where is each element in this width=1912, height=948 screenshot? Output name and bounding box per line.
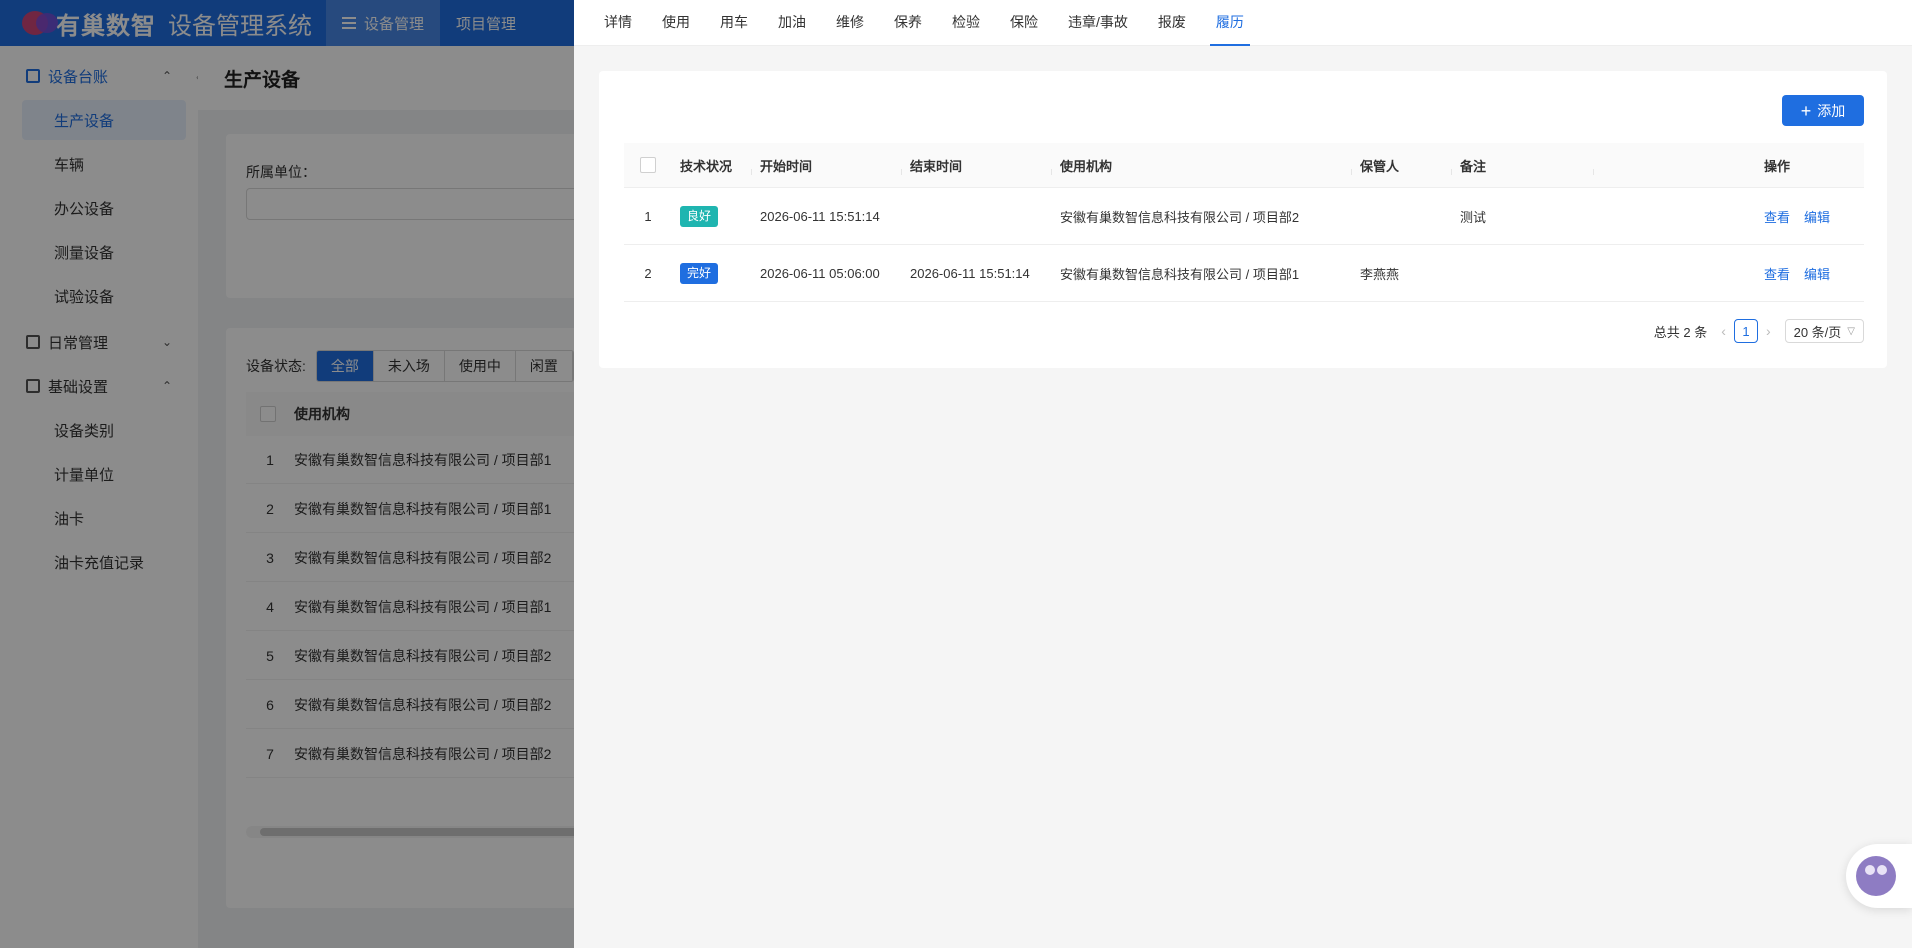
- tab-vehicle-use[interactable]: 用车: [714, 0, 754, 46]
- page-1-button[interactable]: 1: [1733, 319, 1758, 343]
- plus-icon: +: [1800, 100, 1812, 121]
- status-badge: 良好: [680, 205, 719, 227]
- add-button[interactable]: + 添加: [1782, 95, 1864, 126]
- drawer-tabs: 详情 使用 用车 加油 维修 保养 检验 保险 违章/事故 报废 履历: [574, 0, 1912, 46]
- tab-details[interactable]: 详情: [598, 0, 638, 46]
- view-link[interactable]: 查看: [1764, 210, 1790, 225]
- edit-link[interactable]: 编辑: [1804, 267, 1830, 282]
- tab-violation[interactable]: 违章/事故: [1062, 0, 1134, 46]
- chevron-down-icon: ▽: [1847, 325, 1855, 337]
- status-badge: 完好: [680, 262, 719, 284]
- tab-usage[interactable]: 使用: [656, 0, 696, 46]
- select-all-checkbox[interactable]: [640, 157, 656, 173]
- tab-refuel[interactable]: 加油: [772, 0, 812, 46]
- page-size-select[interactable]: 20 条/页 ▽: [1784, 319, 1864, 343]
- row-index: 2: [644, 265, 652, 281]
- org: 安徽有巢数智信息科技有限公司 / 项目部2: [1060, 209, 1300, 225]
- assistant-float-button[interactable]: [1846, 844, 1912, 908]
- column-start-time: 开始时间: [752, 156, 902, 175]
- column-end-time: 结束时间: [902, 156, 1052, 175]
- assistant-avatar-icon: [1856, 856, 1896, 896]
- tab-history[interactable]: 履历: [1209, 0, 1250, 46]
- end-time: 2026-06-11 15:51:14: [910, 265, 1030, 281]
- next-page-icon[interactable]: ›: [1766, 323, 1771, 339]
- edit-link[interactable]: 编辑: [1804, 210, 1830, 225]
- tab-insurance[interactable]: 保险: [1004, 0, 1044, 46]
- history-table: 技术状况 开始时间 结束时间 使用机构 保管人 备注 操作 1 良好 2026-…: [624, 143, 1864, 302]
- start-time: 2026-06-11 15:51:14: [760, 208, 880, 224]
- row-index: 1: [644, 208, 652, 224]
- view-link[interactable]: 查看: [1764, 267, 1790, 282]
- tab-scrap[interactable]: 报废: [1152, 0, 1192, 46]
- table-row: 1 良好 2026-06-11 15:51:14 安徽有巢数智信息科技有限公司 …: [624, 188, 1864, 245]
- detail-drawer: 详情 使用 用车 加油 维修 保养 检验 保险 违章/事故 报废 履历 + 添加…: [574, 0, 1912, 948]
- org: 安徽有巢数智信息科技有限公司 / 项目部1: [1060, 266, 1300, 282]
- column-note: 备注: [1452, 156, 1594, 175]
- column-keeper: 保管人: [1352, 156, 1452, 175]
- total-count: 总共 2 条: [1653, 324, 1708, 340]
- tab-maintenance[interactable]: 保养: [888, 0, 928, 46]
- pagination: 总共 2 条 ‹ 1 › 20 条/页 ▽: [1654, 319, 1864, 343]
- table-header: 技术状况 开始时间 结束时间 使用机构 保管人 备注 操作: [624, 143, 1864, 188]
- history-card: + 添加 技术状况 开始时间 结束时间 使用机构 保管人 备注 操作 1 良好 …: [599, 71, 1887, 368]
- keeper: 李燕燕: [1360, 266, 1400, 282]
- note: 测试: [1460, 209, 1487, 225]
- column-actions: 操作: [1764, 158, 1791, 174]
- tab-inspection[interactable]: 检验: [946, 0, 986, 46]
- prev-page-icon[interactable]: ‹: [1721, 323, 1726, 339]
- start-time: 2026-06-11 05:06:00: [760, 265, 880, 281]
- column-org: 使用机构: [1052, 156, 1352, 175]
- tab-repair[interactable]: 维修: [830, 0, 870, 46]
- column-condition: 技术状况: [672, 156, 752, 175]
- table-row: 2 完好 2026-06-11 05:06:00 2026-06-11 15:5…: [624, 245, 1864, 302]
